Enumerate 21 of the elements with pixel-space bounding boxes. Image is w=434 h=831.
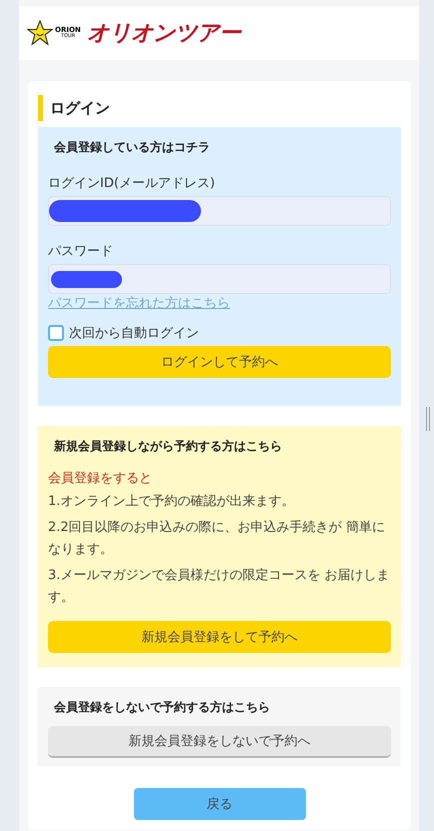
guest-button[interactable]: 新規会員登録をしないで予約へ	[48, 726, 391, 758]
section-heading: 会員登録をしないで予約する方はこちら	[54, 699, 271, 716]
benefit-text: 3.メールマガジンで会員様だけの限定コースを お届けします。	[48, 567, 391, 607]
resize-handle[interactable]	[426, 407, 430, 431]
checkbox[interactable]	[48, 325, 64, 341]
password-field[interactable]	[48, 264, 391, 294]
back-button[interactable]: 戻る	[134, 788, 306, 820]
section-heading: 会員登録している方はコチラ	[54, 139, 211, 156]
field-label: パスワード	[48, 243, 114, 260]
register-button[interactable]: 新規会員登録をして予約へ	[48, 621, 391, 653]
section-heading: 新規会員登録しながら予約する方はこちら	[54, 438, 283, 455]
benefit-text: 2.2回目以降のお申込みの際に、お申込み手続きが 簡単になります。	[48, 519, 386, 559]
star-mascot-icon	[27, 20, 53, 46]
lead-text: 会員登録をすると	[48, 470, 153, 487]
field-label: ログインID(メールアドレス)	[48, 175, 216, 192]
page-title: ログイン	[38, 95, 401, 121]
benefit-text: 1.オンライン上で予約の確認が出来ます。	[48, 493, 296, 511]
login-button[interactable]: ログインして予約へ	[48, 346, 391, 378]
brand-logo-text: オリオンツアー	[86, 20, 240, 48]
input-field[interactable]	[48, 196, 391, 226]
checkbox-label: 次回から自動ログイン	[69, 325, 199, 342]
